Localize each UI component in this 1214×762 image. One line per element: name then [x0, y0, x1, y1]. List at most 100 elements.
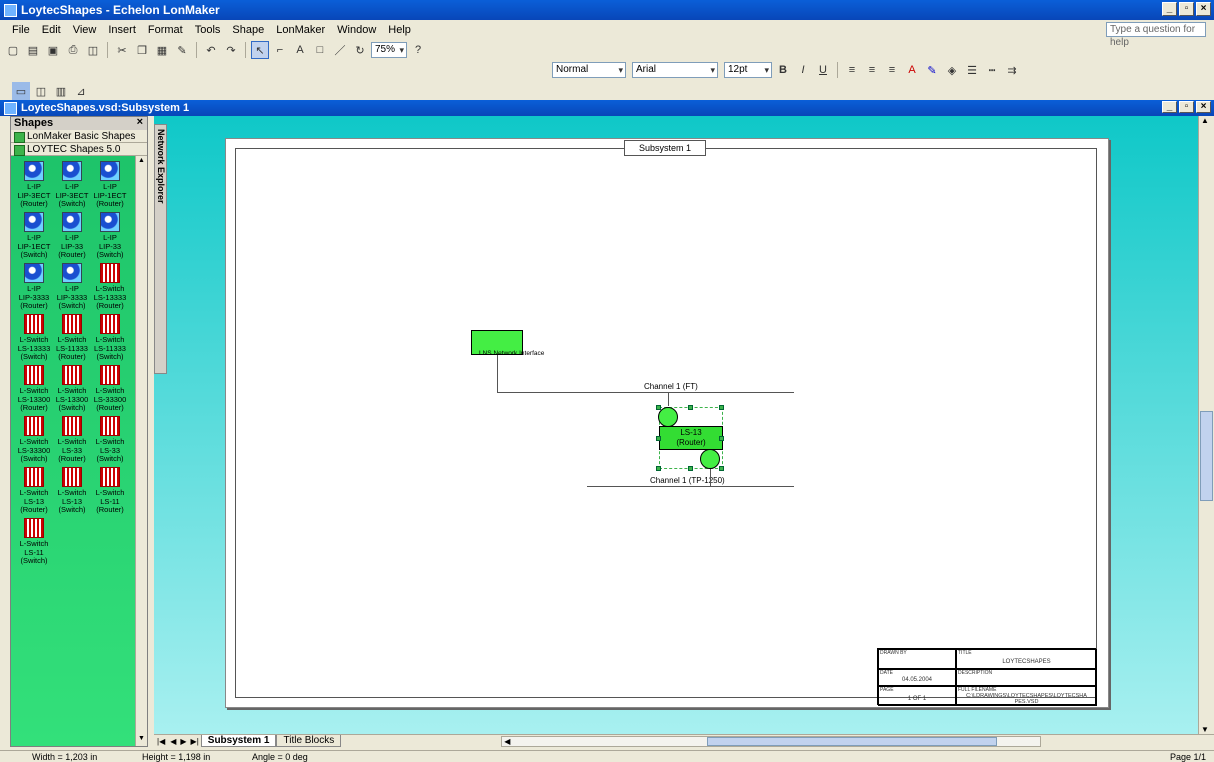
paste-icon[interactable]: ▦ — [153, 41, 171, 59]
minimize-button[interactable]: _ — [1162, 2, 1177, 16]
last-page-icon[interactable]: ▶| — [189, 737, 201, 746]
connector-tool-icon[interactable]: ⌐ — [271, 41, 289, 59]
stencil-master[interactable]: L-Switch LS-13333 (Switch) — [14, 314, 54, 370]
bold-icon[interactable]: B — [774, 61, 792, 79]
tab-subsystem-1[interactable]: Subsystem 1 — [200, 735, 277, 747]
tab-title-blocks[interactable]: Title Blocks — [276, 735, 342, 747]
rectangle-tool-icon[interactable]: □ — [311, 41, 329, 59]
stencil-master[interactable]: L-IP LIP-3333 (Router) — [14, 263, 54, 319]
line-weight-icon[interactable]: ☰ — [963, 61, 981, 79]
stencil-master[interactable]: L-IP LIP-33 (Switch) — [90, 212, 130, 268]
device-icon[interactable]: ◫ — [32, 82, 50, 100]
selection-handle[interactable] — [719, 405, 724, 410]
font-size-select[interactable]: 12pt — [724, 62, 772, 78]
close-button[interactable]: × — [1196, 2, 1211, 16]
doc-minimize-button[interactable]: _ — [1162, 101, 1177, 113]
stencil-master[interactable]: L-Switch LS-13 (Switch) — [52, 467, 92, 523]
menu-edit[interactable]: Edit — [36, 24, 67, 36]
stencil-master[interactable]: L-IP LIP-1ECT (Switch) — [14, 212, 54, 268]
browse-icon[interactable]: ▥ — [52, 82, 70, 100]
redo-icon[interactable]: ↷ — [222, 41, 240, 59]
stencil-master[interactable]: L-Switch LS-13300 (Router) — [14, 365, 54, 421]
stencil-master[interactable]: L-Switch LS-13333 (Router) — [90, 263, 130, 319]
line-tool-icon[interactable]: ／ — [331, 41, 349, 59]
scroll-up-icon[interactable]: ▲ — [1201, 116, 1209, 125]
line-ends-icon[interactable]: ⇉ — [1003, 61, 1021, 79]
font-color-icon[interactable]: A — [903, 61, 921, 79]
scroll-up-icon[interactable]: ▲ — [137, 157, 146, 167]
stencil-master[interactable]: L-IP LIP-3ECT (Switch) — [52, 161, 92, 217]
stencil-master[interactable]: L-Switch LS-13 (Router) — [14, 467, 54, 523]
selection-handle[interactable] — [656, 405, 661, 410]
rotate-tool-icon[interactable]: ↻ — [351, 41, 369, 59]
align-right-icon[interactable]: ≡ — [883, 61, 901, 79]
channel-ft-line[interactable] — [497, 392, 794, 393]
selection-handle[interactable] — [719, 436, 724, 441]
undo-icon[interactable]: ↶ — [202, 41, 220, 59]
menu-insert[interactable]: Insert — [102, 24, 142, 36]
print-icon[interactable]: ⎙ — [64, 41, 82, 59]
italic-icon[interactable]: I — [794, 61, 812, 79]
new-icon[interactable]: ▢ — [4, 41, 22, 59]
doc-restore-button[interactable]: ▫ — [1179, 101, 1194, 113]
stencil-master[interactable]: L-Switch LS-11 (Switch) — [14, 518, 54, 574]
network-icon[interactable]: ▭ — [12, 82, 30, 100]
stencil-master[interactable]: L-IP LIP-33 (Router) — [52, 212, 92, 268]
close-icon[interactable]: × — [137, 116, 143, 128]
menu-help[interactable]: Help — [382, 24, 417, 36]
stencil-master[interactable]: L-Switch LS-11333 (Switch) — [90, 314, 130, 370]
selection-handle[interactable] — [656, 466, 661, 471]
selection-handle[interactable] — [688, 466, 693, 471]
stencil-master[interactable]: L-Switch LS-11 (Router) — [90, 467, 130, 523]
selection-handle[interactable] — [688, 405, 693, 410]
line-pattern-icon[interactable]: ┅ — [983, 61, 1001, 79]
underline-icon[interactable]: U — [814, 61, 832, 79]
chart-icon[interactable]: ⊿ — [72, 82, 90, 100]
stencil-master[interactable]: L-Switch LS-33300 (Switch) — [14, 416, 54, 472]
horizontal-scrollbar[interactable]: ◀ — [501, 735, 1042, 747]
line-color-icon[interactable]: ✎ — [923, 61, 941, 79]
stencil-master[interactable]: L-Switch LS-11333 (Router) — [52, 314, 92, 370]
ask-question-input[interactable]: Type a question for help — [1106, 22, 1206, 48]
stencil-tab-lonmaker-basic[interactable]: LonMaker Basic Shapes — [11, 130, 147, 143]
scroll-down-icon[interactable]: ▼ — [1201, 725, 1209, 734]
menu-format[interactable]: Format — [142, 24, 189, 36]
menu-window[interactable]: Window — [331, 24, 382, 36]
preview-icon[interactable]: ◫ — [84, 41, 102, 59]
stencil-master[interactable]: L-Switch LS-13300 (Switch) — [52, 365, 92, 421]
first-page-icon[interactable]: |◀ — [154, 737, 168, 746]
menu-lonmaker[interactable]: LonMaker — [270, 24, 331, 36]
vertical-scrollbar[interactable]: ▲ ▼ — [1198, 116, 1214, 734]
pointer-tool-icon[interactable]: ↖ — [251, 41, 269, 59]
subsystem-title[interactable]: Subsystem 1 — [624, 140, 706, 156]
horizontal-scroll-thumb[interactable] — [707, 736, 998, 746]
text-tool-icon[interactable]: A — [291, 41, 309, 59]
stencil-master[interactable]: L-Switch LS-33 (Switch) — [90, 416, 130, 472]
selection-handle[interactable] — [656, 436, 661, 441]
stencil-master[interactable]: L-Switch LS-33 (Router) — [52, 416, 92, 472]
restore-button[interactable]: ▫ — [1179, 2, 1194, 16]
network-explorer-tab[interactable]: Network Explorer — [154, 124, 167, 374]
open-icon[interactable]: ▤ — [24, 41, 42, 59]
fill-color-icon[interactable]: ◈ — [943, 61, 961, 79]
router-port-bottom[interactable] — [700, 449, 720, 469]
ls13-router-device[interactable]: LS-13 (Router) — [659, 426, 723, 450]
cut-icon[interactable]: ✂ — [113, 41, 131, 59]
align-center-icon[interactable]: ≡ — [863, 61, 881, 79]
doc-close-button[interactable]: × — [1196, 101, 1211, 113]
channel-tp-line[interactable] — [587, 486, 794, 487]
menu-shape[interactable]: Shape — [226, 24, 270, 36]
help-icon[interactable]: ? — [409, 41, 427, 59]
selection-handle[interactable] — [719, 466, 724, 471]
zoom-select[interactable]: 75% — [371, 42, 407, 58]
vertical-scroll-thumb[interactable] — [1200, 411, 1213, 501]
prev-page-icon[interactable]: ◀ — [168, 737, 178, 746]
align-left-icon[interactable]: ≡ — [843, 61, 861, 79]
save-icon[interactable]: ▣ — [44, 41, 62, 59]
menu-file[interactable]: File — [6, 24, 36, 36]
scroll-left-icon[interactable]: ◀ — [504, 737, 510, 746]
style-select[interactable]: Normal — [552, 62, 626, 78]
stencil-master[interactable]: L-IP LIP-3ECT (Router) — [14, 161, 54, 217]
scroll-down-icon[interactable]: ▼ — [137, 735, 146, 745]
router-port-top[interactable] — [658, 407, 678, 427]
